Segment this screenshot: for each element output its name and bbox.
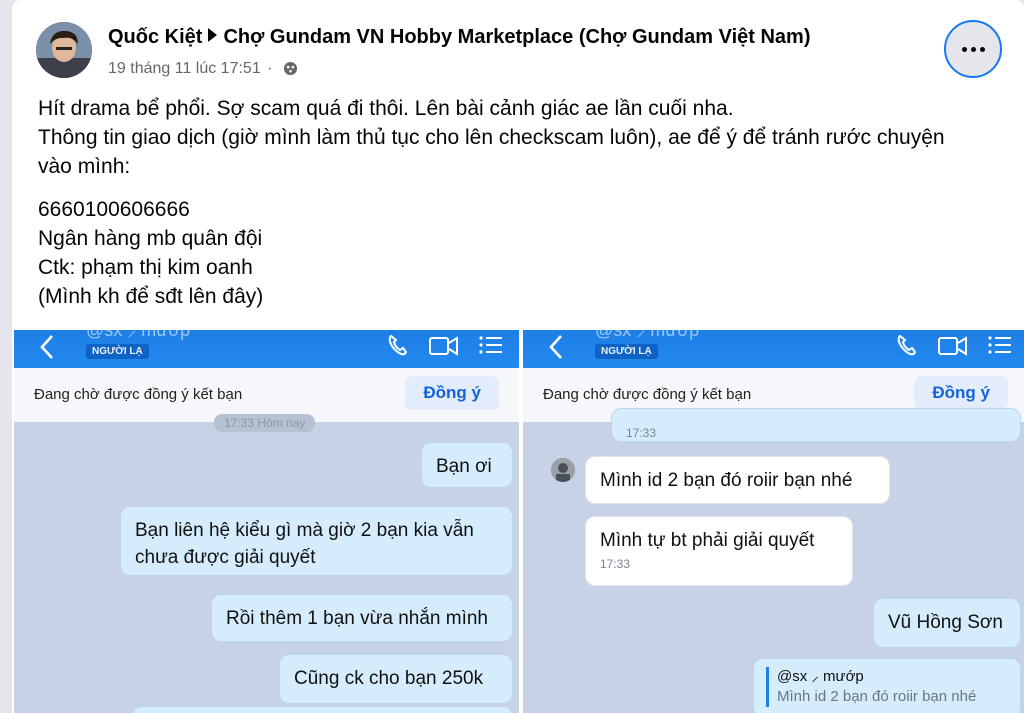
chat-contact-name: @sx ⸝ mướp — [595, 330, 700, 340]
list-icon — [988, 336, 1011, 354]
reply-bubble[interactable]: @sx ⸝ mướp Mình id 2 bạn đó roiir bạn nh… — [753, 658, 1021, 713]
message-bubble-partial: 17:33 — [611, 408, 1021, 442]
more-icon — [961, 46, 967, 52]
message-time: 17:33 — [600, 557, 631, 571]
transaction-details: 6660100606666 Ngân hàng mb quân đội Ctk:… — [38, 195, 1018, 311]
list-icon — [479, 336, 502, 354]
arrow-right-icon — [208, 28, 218, 42]
author-name[interactable]: Quốc Kiệt — [108, 26, 202, 48]
post-line: Thông tin giao dịch (giờ mình làm thủ tụ… — [38, 126, 945, 149]
video-icon — [938, 336, 967, 356]
pending-text: Đang chờ được đồng ý kết bạn — [543, 386, 752, 403]
chat-header: @sx ⸝ mướp NGƯỜI LẠ — [14, 330, 519, 368]
post-header-title: Quốc Kiệt Chợ Gundam VN Hobby Marketplace… — [108, 26, 811, 49]
stranger-tag: NGƯỜI LẠ — [86, 344, 149, 359]
message-bubble[interactable]: Bạn liên hệ kiểu gì mà giờ 2 bạn kia vẫn… — [120, 506, 513, 576]
message-bubble[interactable]: Mình tự bt phải giải quyết 17:33 — [585, 516, 853, 586]
accept-button[interactable]: Đồng ý — [405, 376, 499, 410]
post-meta: 19 tháng 11 lúc 17:51 · — [108, 60, 298, 81]
message-bubble-partial — [132, 706, 513, 713]
quote-author: @sx ⸝ mướp — [777, 668, 864, 685]
message-bubble[interactable]: Bạn ơi — [421, 442, 513, 488]
message-bubble[interactable]: Cũng ck cho bạn 250k — [279, 654, 513, 704]
stranger-tag: NGƯỜI LẠ — [595, 344, 658, 359]
phone-icon — [897, 334, 917, 356]
back-arrow-icon — [38, 332, 56, 367]
back-arrow-icon — [547, 332, 565, 367]
phone-icon — [388, 334, 408, 356]
message-text: Mình tự bt phải giải quyết — [600, 530, 815, 551]
bank-name: Ngân hàng mb quân đội — [38, 227, 263, 250]
post-line: Hít drama bể phổi. Sợ scam quá đi thôi. … — [38, 97, 734, 120]
chat-header: @sx ⸝ mướp NGƯỜI LẠ — [523, 330, 1024, 368]
post-card: Quốc Kiệt Chợ Gundam VN Hobby Marketplace… — [12, 0, 1024, 713]
chat-header-icons — [385, 330, 505, 360]
author-avatar[interactable] — [36, 22, 92, 78]
globe-icon — [283, 61, 298, 81]
post-line: vào mình: — [38, 155, 131, 178]
contact-avatar[interactable] — [551, 458, 575, 482]
quoted-message: @sx ⸝ mướp Mình id 2 bạn đó roiir bạn nh… — [766, 667, 1008, 707]
video-icon — [429, 336, 458, 356]
post-body: Hít drama bể phổi. Sợ scam quá đi thôi. … — [38, 94, 1018, 311]
chat-screenshot-right[interactable]: @sx ⸝ mướp NGƯỜI LẠ Đang chờ được đồng ý… — [523, 330, 1024, 713]
message-bubble[interactable]: Vũ Hồng Sơn — [873, 598, 1021, 648]
message-time: 17:33 — [626, 426, 657, 440]
chat-area: 17:33 Hôm nay Bạn ơi Bạn liên hệ kiểu gì… — [14, 414, 519, 713]
pending-text: Đang chờ được đồng ý kết bạn — [34, 386, 243, 403]
chat-area: 17:33 Mình id 2 bạn đó roiir bạn nhé Mìn… — [523, 408, 1024, 713]
time-divider: 17:33 Hôm nay — [214, 414, 316, 432]
more-options-button[interactable] — [944, 20, 1002, 78]
post-date[interactable]: 19 tháng 11 lúc 17:51 — [108, 60, 261, 77]
accept-button[interactable]: Đồng ý — [914, 376, 1008, 410]
account-number: 6660100606666 — [38, 198, 190, 221]
meta-separator: · — [267, 60, 273, 77]
note-line: (Mình kh để sđt lên đây) — [38, 285, 264, 308]
quote-text: Mình id 2 bạn đó roiir bạn nhé — [777, 688, 977, 705]
chat-header-icons — [894, 330, 1014, 360]
message-bubble[interactable]: Mình id 2 bạn đó roiir bạn nhé — [585, 456, 890, 504]
chat-contact-name: @sx ⸝ mướp — [86, 330, 191, 340]
message-bubble[interactable]: Rồi thêm 1 bạn vừa nhắn mình — [211, 594, 513, 642]
chat-screenshot-left[interactable]: @sx ⸝ mướp NGƯỜI LẠ Đang chờ được đồng ý… — [14, 330, 519, 713]
group-name[interactable]: Chợ Gundam VN Hobby Marketplace (Chợ Gun… — [223, 26, 810, 48]
account-holder: Ctk: phạm thị kim oanh — [38, 256, 253, 279]
